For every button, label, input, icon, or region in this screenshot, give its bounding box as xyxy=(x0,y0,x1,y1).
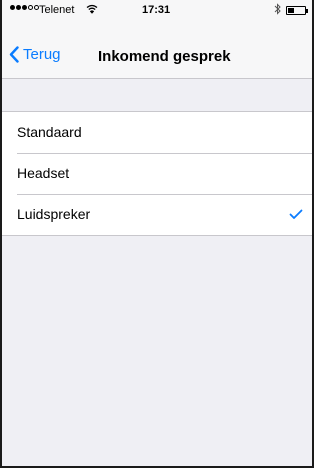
list-item-headset[interactable]: Headset xyxy=(2,153,312,194)
list-item-standaard[interactable]: Standaard xyxy=(2,112,312,153)
bluetooth-icon xyxy=(274,3,282,18)
list-item-luidspreker[interactable]: Luidspreker xyxy=(2,194,312,235)
screen: Telenet 17:31 Terug Inkomend gesprek Sta… xyxy=(0,0,314,468)
battery-cap xyxy=(306,9,308,13)
status-bar: Telenet 17:31 xyxy=(2,0,312,20)
status-time: 17:31 xyxy=(142,4,171,16)
chevron-left-icon xyxy=(9,46,19,63)
options-list: Standaard Headset Luidspreker xyxy=(2,111,312,236)
back-button[interactable]: Terug xyxy=(9,46,61,63)
battery-icon xyxy=(286,6,306,15)
carrier-name: Telenet xyxy=(39,4,75,16)
checkmark-icon xyxy=(289,207,303,225)
page-title: Inkomend gesprek xyxy=(98,48,231,65)
top-bar: Telenet 17:31 Terug Inkomend gesprek xyxy=(2,0,312,79)
battery-level-fill xyxy=(288,8,294,13)
wifi-icon xyxy=(86,4,98,17)
list-item-label: Luidspreker xyxy=(17,206,91,222)
list-item-label: Headset xyxy=(17,165,70,181)
back-button-label: Terug xyxy=(23,46,61,63)
list-item-label: Standaard xyxy=(17,124,82,140)
signal-strength-icon xyxy=(10,5,39,10)
navigation-bar: Terug Inkomend gesprek xyxy=(2,40,312,76)
